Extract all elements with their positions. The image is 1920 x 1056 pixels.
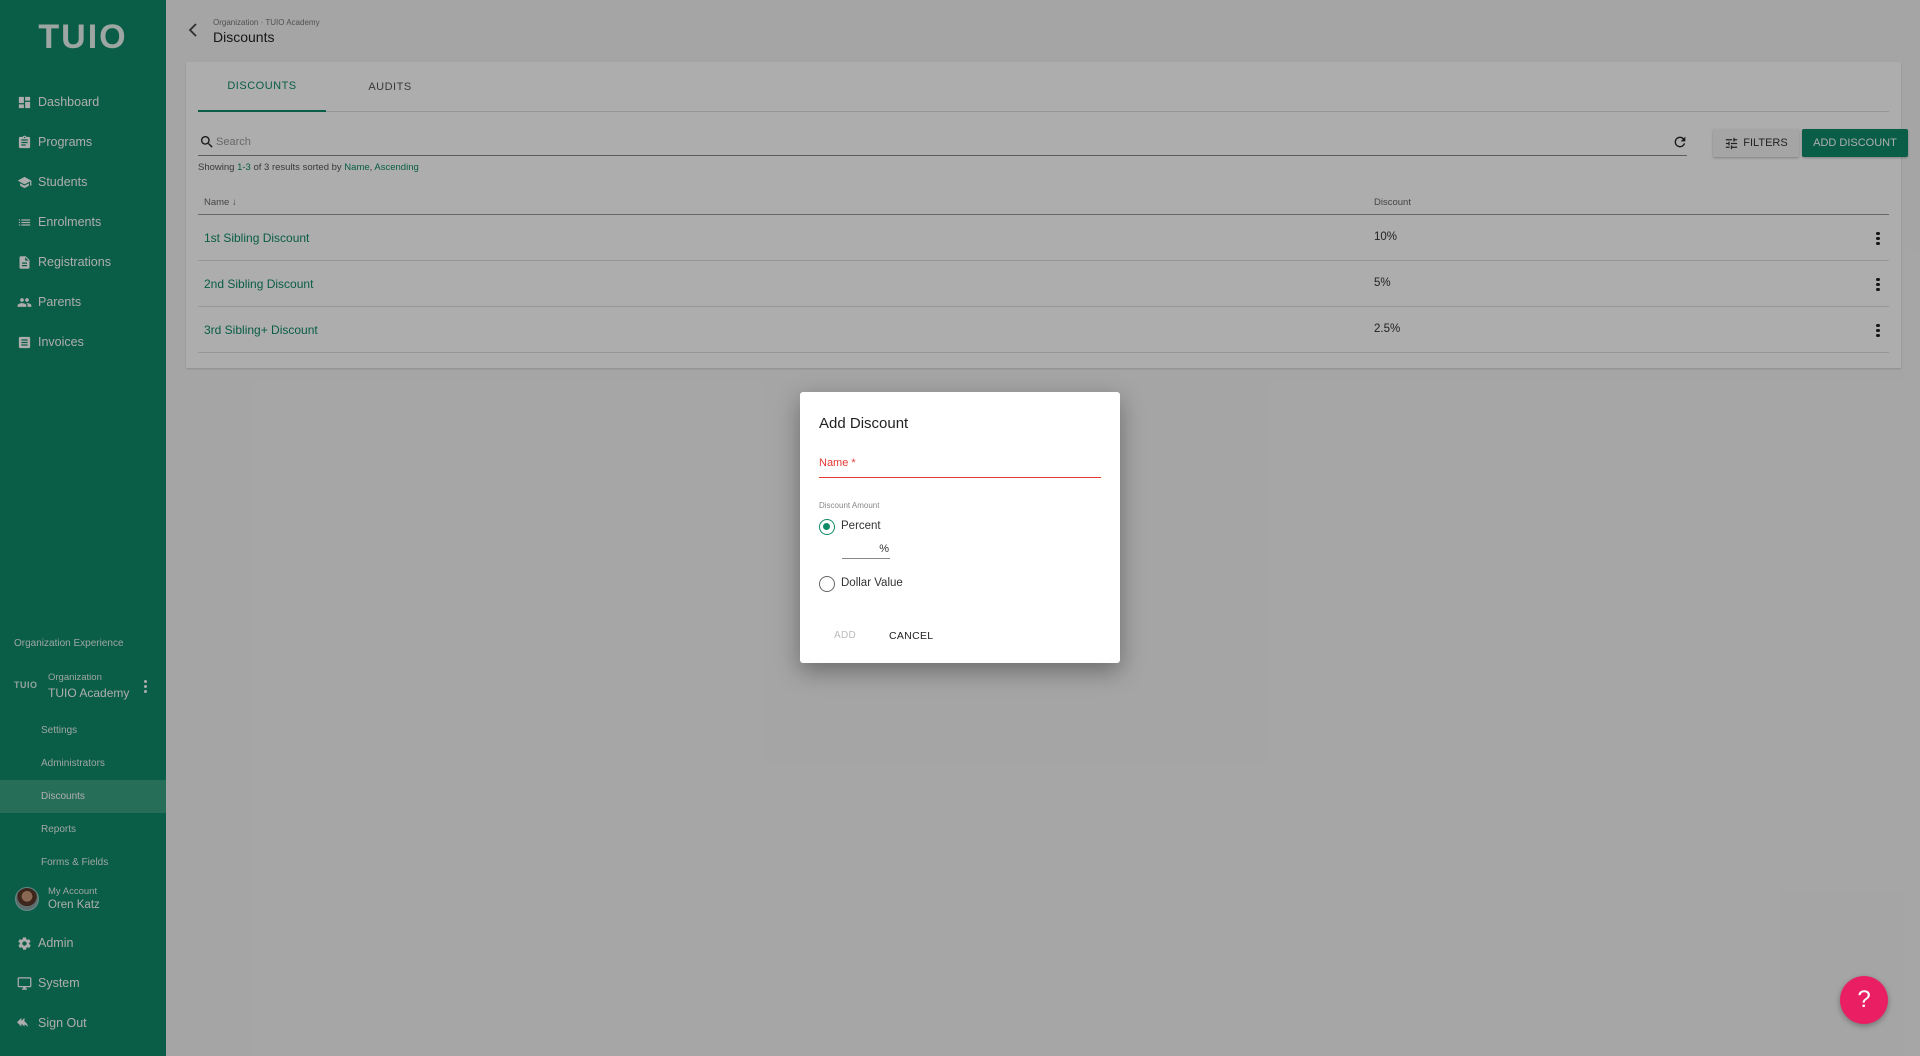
cancel-button[interactable]: CANCEL [889, 630, 933, 642]
add-button[interactable]: ADD [834, 630, 856, 641]
help-button[interactable]: ? [1840, 976, 1888, 1024]
percent-radio[interactable] [819, 519, 835, 535]
discount-amount-label: Discount Amount [819, 501, 880, 510]
dialog-title: Add Discount [819, 415, 909, 432]
percent-input[interactable]: % [842, 539, 890, 559]
add-discount-dialog: Add Discount Name * Discount Amount Perc… [800, 392, 1120, 663]
percent-radio-label[interactable]: Percent [841, 520, 881, 532]
percent-suffix: % [879, 543, 889, 555]
name-field-label: Name * [819, 457, 856, 469]
dollar-value-radio-label[interactable]: Dollar Value [841, 577, 903, 589]
name-field[interactable]: Name * [819, 450, 1101, 478]
dollar-value-radio[interactable] [819, 576, 835, 592]
